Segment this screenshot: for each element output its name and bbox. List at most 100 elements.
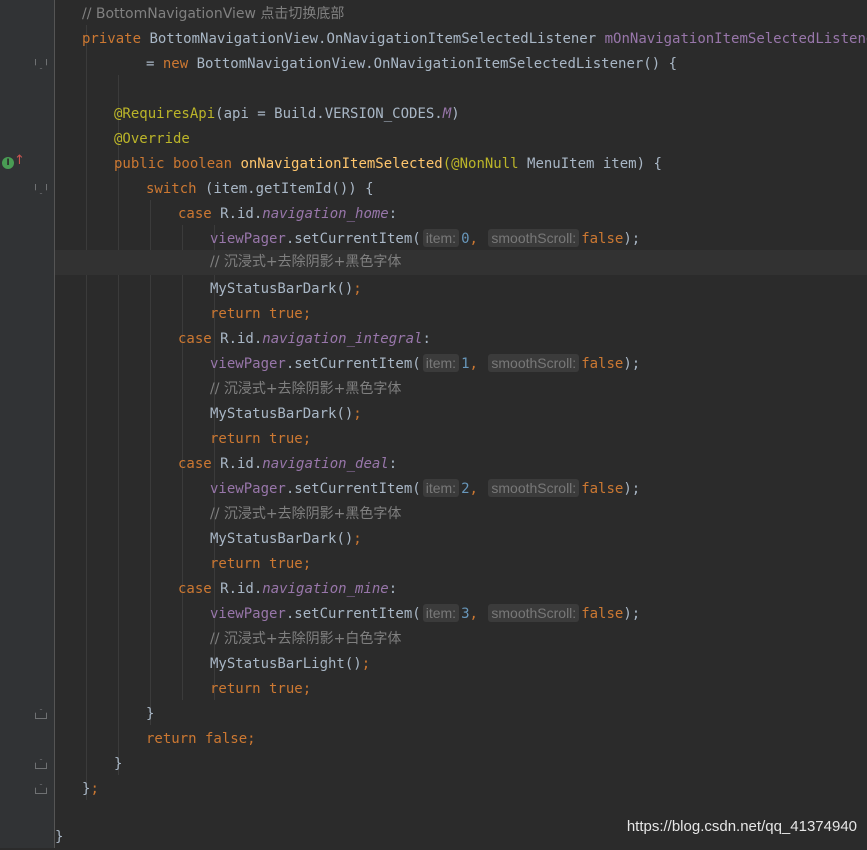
parameter-hint: item: [422,354,460,372]
field-name: viewPager [210,356,286,372]
number: 0 [461,231,470,247]
code-text: , [469,606,478,622]
switch-close: } [55,702,867,727]
brace: } [55,829,64,845]
code-editor[interactable]: // BottomNavigationView 点击切换底部 private B… [55,0,867,848]
parameter-hint: item: [422,479,460,497]
call-line: MyStatusBarLight(); [55,652,867,677]
set-item-line: viewPager.setCurrentItem(item: 0, smoothS… [55,227,867,252]
code-text: ); [623,481,641,497]
code-line-6: @Override [55,127,867,152]
return-false-line: return false; [55,727,867,752]
static-field: navigation_integral [262,331,423,347]
code-text: ; [302,431,312,447]
keyword: case [178,206,212,222]
code-text: , [469,356,478,372]
brace: } [114,756,123,772]
comment: // 沉浸式+去除阴影+黑色字体 [210,381,402,397]
keyword: public [114,156,165,172]
code-text: (api = Build. [215,106,325,122]
case-line: case R.id.navigation_deal: [55,452,867,477]
code-text: R.id. [211,581,263,597]
code-text: R.id. [211,456,263,472]
annotation: @RequiresApi [114,106,216,122]
keyword: return [146,731,197,747]
keyword: false [581,481,624,497]
comment: // BottomNavigationView 点击切换底部 [82,6,345,22]
keyword: false [581,606,624,622]
method-name: onNavigationItemSelected [240,156,443,172]
code-text: : [422,331,431,347]
brace: } [146,706,155,722]
annotation: @Override [114,131,190,147]
case-line: case R.id.navigation_home: [55,202,867,227]
code-text: ; [302,681,312,697]
code-text: () [336,531,354,547]
comment: // 沉浸式+去除阴影+白色字体 [210,631,402,647]
code-line-5: @RequiresApi(api = Build.VERSION_CODES.M… [55,102,867,127]
code-text: ); [623,231,641,247]
watermark-url: https://blog.csdn.net/qq_41374940 [626,818,857,835]
code-text: R.id. [211,331,263,347]
editor-gutter [0,0,54,848]
code-line-1: // BottomNavigationView 点击切换底部 [55,2,867,27]
parameter-hint: smoothScroll: [488,479,580,497]
code-text: ); [623,356,641,372]
set-item-line: viewPager.setCurrentItem(item: 3, smoothS… [55,602,867,627]
method-call: MyStatusBarDark [210,531,337,547]
code-text: () [344,656,362,672]
code-line-7: public boolean onNavigationItemSelected(… [55,152,867,177]
return-line: return true; [55,427,867,452]
keyword: false [581,231,624,247]
parameter-hint: smoothScroll: [488,229,580,247]
call-line: MyStatusBarDark(); [55,402,867,427]
return-line: return true; [55,302,867,327]
code-text: VERSION_CODES. [324,106,443,122]
code-text: : [388,581,398,597]
static-field: navigation_home [262,206,389,222]
method-close: } [55,752,867,777]
keyword: return [210,556,261,572]
code-text: (item.getItemId()) { [196,181,374,197]
keyword: return [210,306,261,322]
keyword: private [82,31,142,47]
code-text: , [469,231,478,247]
case-line: case R.id.navigation_mine: [55,577,867,602]
keyword: return [210,431,261,447]
set-item-line: viewPager.setCurrentItem(item: 1, smoothS… [55,352,867,377]
parameter-hint: item: [422,604,460,622]
keyword: true [260,431,303,447]
static-field: navigation_deal [262,456,389,472]
method-call: MyStatusBarDark [210,281,337,297]
current-line: // 沉浸式+去除阴影+黑色字体 [55,250,867,275]
keyword: return [210,681,261,697]
code-text: .setCurrentItem( [285,481,421,497]
comment-line: // 沉浸式+去除阴影+白色字体 [55,627,867,652]
code-text: ; [361,656,371,672]
operator: = [146,56,163,72]
static-field: navigation_mine [262,581,389,597]
keyword: case [178,581,212,597]
code-text: R.id. [211,206,263,222]
field-name: viewPager [210,231,286,247]
code-text: .setCurrentItem( [285,606,421,622]
return-line: return true; [55,677,867,702]
code-text: , [469,481,478,497]
number: 2 [461,481,470,497]
implements-method-icon[interactable]: I [2,157,14,169]
code-text: : [388,206,398,222]
set-item-line: viewPager.setCurrentItem(item: 2, smoothS… [55,477,867,502]
code-text: () [336,281,354,297]
code-text: : [388,456,398,472]
comment-line: // 沉浸式+去除阴影+黑色字体 [55,377,867,402]
parameter-hint: item: [422,229,460,247]
keyword: true [260,306,303,322]
number: 3 [461,606,470,622]
field-name: viewPager [210,481,286,497]
go-to-super-method-icon[interactable]: ↑ [14,153,25,169]
keyword: boolean [164,156,241,172]
method-call: MyStatusBarLight [210,656,345,672]
code-line-3: = new BottomNavigationView.OnNavigationI… [55,52,867,77]
number: 1 [461,356,470,372]
code-text: .setCurrentItem( [285,231,421,247]
